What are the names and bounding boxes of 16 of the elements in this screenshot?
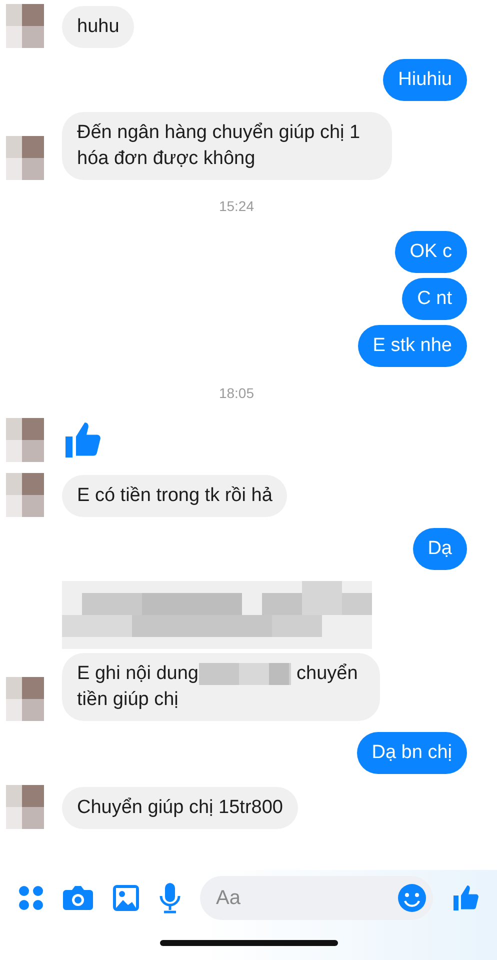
message-bubble: E stk nhe [358,325,467,367]
message-bubble: huhu [62,6,134,48]
message-text: E ghi nội dung [77,662,198,686]
message-bubble: Dạ bn chị [356,732,467,774]
message-bubble: Đến ngân hàng chuyển giúp chị 1 hóa đơn được không [62,112,392,180]
message-text: chuyển [296,662,358,686]
message-bubble: OK c [394,231,467,273]
message-bubble: C nt [402,278,467,320]
message-text: tiền giúp chị [77,688,178,712]
timestamp: 18:05 [218,385,254,401]
message-bar[interactable]: Aa [200,876,433,920]
timestamp: 15:24 [218,198,254,214]
message-bubble: Hiuhiu [383,59,467,101]
message-bubble: Dạ [412,528,467,570]
message-bubble: E có tiền trong tk rồi hả [62,475,288,517]
message-bubble: Chuyển giúp chị 15tr800 [62,787,298,829]
